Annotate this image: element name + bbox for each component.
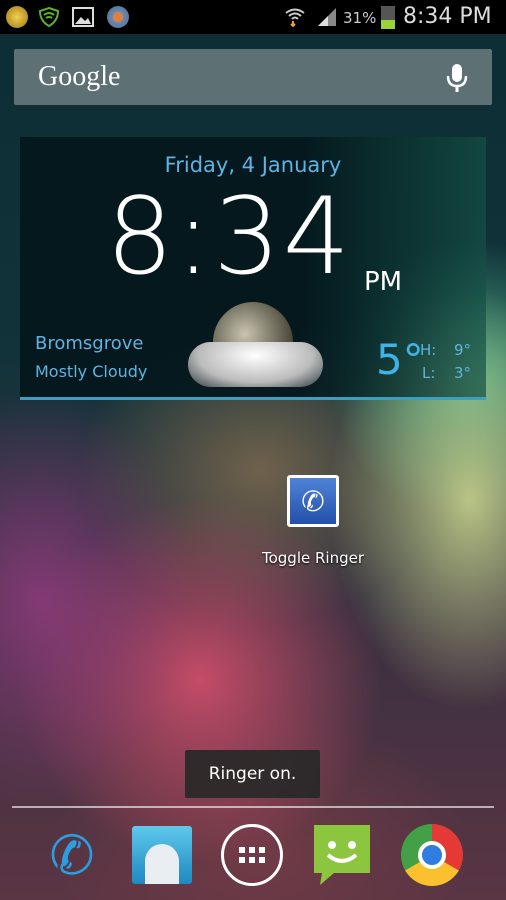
clock-weather-widget[interactable]: Friday, 4 January 8:34 PM Bromsgrove Mos… <box>20 137 486 400</box>
tasker-gear-icon <box>107 6 129 28</box>
image-icon <box>72 7 94 27</box>
contacts-icon <box>132 826 192 884</box>
toggle-ringer-shortcut[interactable]: ✆ Toggle Ringer <box>260 475 366 567</box>
sun-icon <box>6 6 28 28</box>
shield-wifi-icon <box>38 6 60 28</box>
clock-time[interactable]: 8:34 <box>106 175 352 298</box>
date-label: Friday, 4 January <box>164 153 342 177</box>
dock-messaging[interactable] <box>310 823 374 887</box>
dock-phone[interactable]: ✆ <box>40 823 104 887</box>
weather-temp: 5° <box>376 335 424 384</box>
battery-icon <box>381 6 395 29</box>
moon-cloud-icon <box>188 302 323 392</box>
signal-icon <box>318 8 336 26</box>
dock-apps[interactable] <box>220 823 284 887</box>
google-search-bar[interactable]: Google <box>14 49 492 105</box>
dock-chrome[interactable] <box>400 823 464 887</box>
battery-percent: 31% <box>343 9 377 27</box>
toast-message: Ringer on. <box>185 750 320 798</box>
dock-contacts[interactable] <box>130 823 194 887</box>
app-drawer-icon <box>221 824 283 886</box>
phone-handset-icon: ✆ <box>287 475 339 527</box>
high-temp: 9° <box>454 341 472 359</box>
phone-icon: ✆ <box>49 823 95 887</box>
wifi-icon <box>285 8 305 28</box>
low-label: L: <box>422 364 436 382</box>
messaging-icon <box>314 825 370 885</box>
low-temp: 3° <box>454 364 472 382</box>
weather-condition: Mostly Cloudy <box>35 362 148 381</box>
app-label: Toggle Ringer <box>261 549 364 567</box>
mic-icon[interactable] <box>444 63 470 93</box>
status-time: 8:34 PM <box>403 4 492 29</box>
high-label: H: <box>420 341 437 359</box>
chrome-icon <box>401 824 463 886</box>
clock-ampm: PM <box>364 267 403 297</box>
google-logo: Google <box>38 61 121 92</box>
weather-city: Bromsgrove <box>35 333 144 354</box>
status-bar[interactable]: 31% 8:34 PM <box>0 0 506 34</box>
dock-divider <box>12 806 494 808</box>
